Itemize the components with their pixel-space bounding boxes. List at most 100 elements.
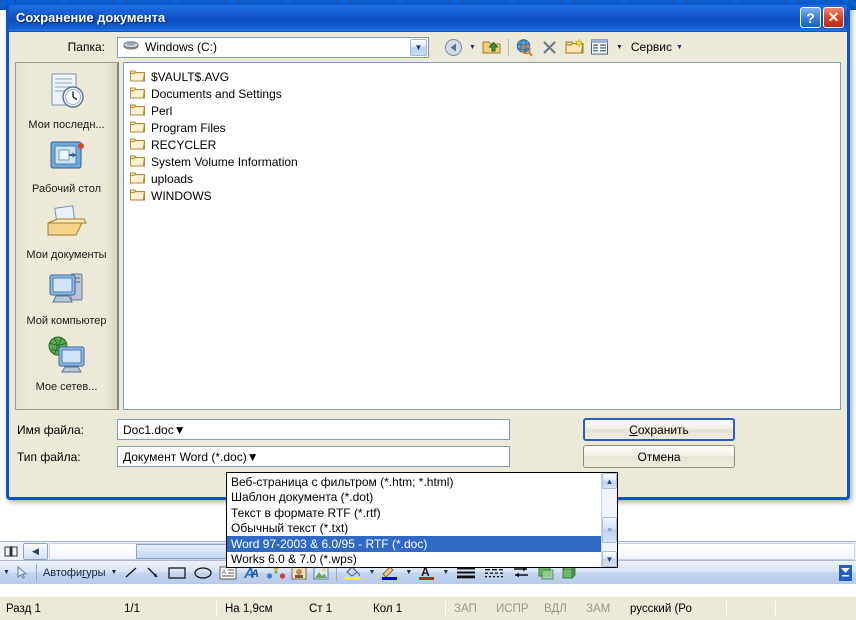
status-section: Разд 1 xyxy=(6,602,41,615)
list-item[interactable]: Documents and Settings xyxy=(130,85,836,102)
file-list[interactable]: $VAULT$.AVG Documents and Settings Perl … xyxy=(123,62,841,410)
status-divider xyxy=(216,601,217,616)
sidebar-item-my-computer[interactable]: Мой компьютер xyxy=(18,269,116,335)
up-one-level-icon[interactable] xyxy=(480,36,504,59)
list-item[interactable]: uploads xyxy=(130,170,836,187)
desktop-icon xyxy=(45,137,89,182)
folder-icon xyxy=(130,69,146,85)
dialog-titlebar[interactable]: Сохранение документа ? ✕ xyxy=(9,4,847,32)
filetype-dropdown-button[interactable]: ▼ xyxy=(247,450,259,464)
views-icon[interactable] xyxy=(588,36,612,59)
status-bar: Разд 1 1/1 На 1,9см Ст 1 Кол 1 ЗАП ИСПР … xyxy=(0,596,856,620)
fill-color-chevron-icon[interactable]: ▼ xyxy=(365,569,378,576)
draw-menu-chevron-icon[interactable]: ▼ xyxy=(0,569,13,576)
list-item[interactable]: System Volume Information xyxy=(130,153,836,170)
dropdown-option[interactable]: Обычный текст (*.txt) xyxy=(227,521,601,537)
filetype-label: Тип файла: xyxy=(17,449,81,464)
filename-dropdown-button[interactable]: ▼ xyxy=(174,423,186,437)
dropdown-option[interactable]: Шаблон документа (*.dot) xyxy=(227,490,601,506)
back-icon[interactable] xyxy=(441,36,465,59)
lookin-row: Папка: Windows (C:) ▼ ▼ ▼ Сервис ▼ xyxy=(9,32,847,62)
sidebar-item-network-places[interactable]: Мое сетев... xyxy=(18,335,116,401)
sidebar-item-desktop[interactable]: Рабочий стол xyxy=(18,137,116,203)
places-bar: Мои последн... Рабочий стол Мои документ… xyxy=(15,62,119,410)
folder-icon xyxy=(130,103,146,119)
font-color-chevron-icon[interactable]: ▼ xyxy=(439,569,452,576)
status-trk[interactable]: ИСПР xyxy=(490,598,538,620)
help-button[interactable]: ? xyxy=(800,7,821,28)
line-icon[interactable] xyxy=(120,562,142,584)
search-web-icon[interactable] xyxy=(513,36,537,59)
select-objects-icon[interactable] xyxy=(13,562,32,584)
hard-drive-icon xyxy=(123,40,139,55)
save-button-label: Сохранить xyxy=(629,422,689,437)
views-chevron-icon[interactable]: ▼ xyxy=(613,44,626,51)
tools-menu[interactable]: Сервис xyxy=(631,40,672,54)
scroll-track[interactable]: ≡ xyxy=(602,489,617,551)
save-button[interactable]: Сохранить xyxy=(583,418,735,441)
list-item[interactable]: Perl xyxy=(130,102,836,119)
recent-documents-icon xyxy=(44,71,90,118)
my-documents-icon xyxy=(44,203,90,248)
autoshapes-label[interactable]: Автофигуры xyxy=(41,567,108,579)
line-color-chevron-icon[interactable]: ▼ xyxy=(402,569,415,576)
arrow-icon[interactable] xyxy=(142,562,164,584)
status-rec[interactable]: ЗАП xyxy=(448,598,490,620)
save-document-dialog: Сохранение документа ? ✕ Папка: Windows … xyxy=(6,4,850,500)
sidebar-item-recent[interactable]: Мои последн... xyxy=(18,71,116,137)
sidebar-item-label: Рабочий стол xyxy=(31,183,102,195)
file-name: Perl xyxy=(151,103,173,118)
back-chevron-icon[interactable]: ▼ xyxy=(466,44,479,51)
file-name: Documents and Settings xyxy=(151,86,282,101)
status-language[interactable]: русский (Ро xyxy=(624,598,724,620)
dropdown-scrollbar[interactable]: ▲ ≡ ▼ xyxy=(601,473,617,567)
list-item[interactable]: WINDOWS xyxy=(130,187,836,204)
delete-icon[interactable] xyxy=(538,36,562,59)
sidebar-item-my-documents[interactable]: Мои документы xyxy=(18,203,116,269)
network-places-icon xyxy=(45,335,89,380)
folder-icon xyxy=(130,137,146,153)
cancel-button[interactable]: Отмена xyxy=(583,445,735,468)
dialog-fields: Имя файла: Doc1.doc ▼ Сохранить Тип файл… xyxy=(9,410,847,470)
filename-label: Имя файла: xyxy=(17,422,84,437)
list-item[interactable]: RECYCLER xyxy=(130,136,836,153)
new-folder-icon[interactable] xyxy=(563,36,587,59)
file-name: RECYCLER xyxy=(151,137,217,152)
dialog-toolbar: ▼ ▼ Сервис ▼ xyxy=(441,36,686,59)
my-computer-icon xyxy=(45,269,89,314)
screen: ◀ ▼ Автофигуры ▼ A AA ▼ ▼ A ▼ Разд 1 1/1… xyxy=(0,0,856,620)
scroll-up-button[interactable]: ▲ xyxy=(602,473,617,489)
dropdown-option[interactable]: Works 6.0 & 7.0 (*.wps) xyxy=(227,552,601,568)
book-layout-icon[interactable] xyxy=(0,542,22,560)
close-button[interactable]: ✕ xyxy=(823,7,844,28)
rectangle-icon[interactable] xyxy=(164,562,190,584)
oval-icon[interactable] xyxy=(190,562,216,584)
scroll-left-button[interactable]: ◀ xyxy=(23,542,48,560)
tools-chevron-icon[interactable]: ▼ xyxy=(673,44,686,51)
lookin-combobox[interactable]: Windows (C:) ▼ xyxy=(117,36,429,58)
lookin-dropdown-button[interactable]: ▼ xyxy=(410,38,427,56)
file-name: WINDOWS xyxy=(151,188,212,203)
filetype-combobox[interactable]: Документ Word (*.doc) ▼ xyxy=(117,446,510,467)
list-item[interactable]: $VAULT$.AVG xyxy=(130,68,836,85)
autoshapes-chevron-icon[interactable]: ▼ xyxy=(108,569,121,576)
filename-value: Doc1.doc xyxy=(123,422,174,437)
toolbar-overflow-icon[interactable] xyxy=(836,562,856,584)
list-item[interactable]: Program Files xyxy=(130,119,836,136)
dropdown-option[interactable]: Текст в формате RTF (*.rtf) xyxy=(227,505,601,521)
svg-text:A: A xyxy=(222,570,226,576)
filetype-dropdown-list[interactable]: Веб-страница с фильтром (*.htm; *.html) … xyxy=(226,472,618,568)
dropdown-option[interactable]: Веб-страница с фильтром (*.htm; *.html) xyxy=(227,474,601,490)
status-ext[interactable]: ВДЛ xyxy=(538,598,580,620)
status-divider-3 xyxy=(726,601,727,616)
status-ovr[interactable]: ЗАМ xyxy=(580,598,624,620)
toolbar-separator xyxy=(507,38,509,56)
dropdown-option-selected[interactable]: Word 97-2003 & 6.0/95 - RTF (*.doc) xyxy=(227,536,601,552)
filename-input[interactable]: Doc1.doc ▼ xyxy=(117,419,510,440)
lookin-value: Windows (C:) xyxy=(145,40,218,54)
scroll-down-button[interactable]: ▼ xyxy=(602,551,617,567)
status-extra xyxy=(778,598,808,620)
scroll-thumb[interactable]: ≡ xyxy=(602,517,617,543)
svg-text:A: A xyxy=(250,568,259,580)
dropdown-items: Веб-страница с фильтром (*.htm; *.html) … xyxy=(227,473,601,567)
